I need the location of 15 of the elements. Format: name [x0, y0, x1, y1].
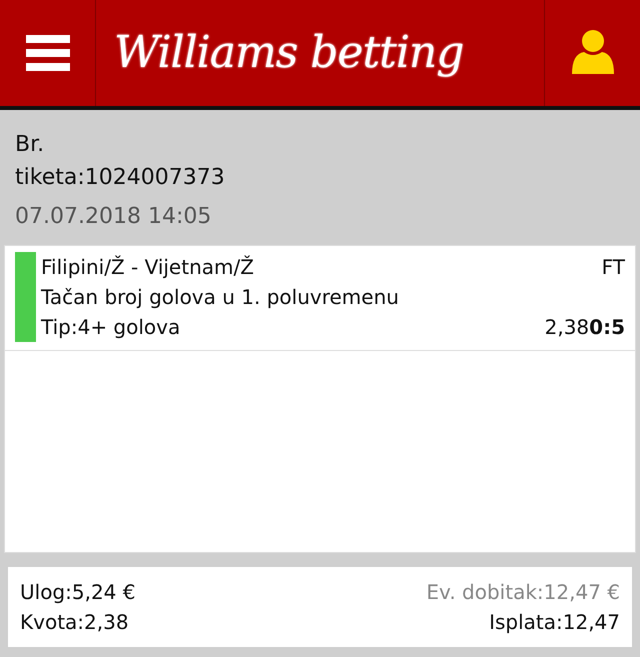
match-name: Filipini/Ž - Vijetnam/Ž [41, 254, 254, 281]
ticket-number: tiketa:1024007373 [15, 164, 226, 192]
potential-win-text: Ev. dobitak:12,47 € [426, 579, 620, 606]
market-name: Tačan broj golova u 1. poluvremenu [41, 284, 399, 311]
ticket-label: Br. [15, 131, 46, 159]
stake-text: Ulog:5,24 € [20, 579, 136, 606]
score: 0:5 [589, 314, 625, 341]
menu-icon [26, 35, 70, 71]
match-status: FT [602, 254, 625, 281]
user-icon [572, 30, 614, 76]
tip-text: Tip:4+ golova [41, 314, 180, 341]
ticket-datetime: 07.07.2018 14:05 [15, 203, 212, 231]
payout-text: Isplata:12,47 [489, 609, 620, 636]
odds-text: Kvota:2,38 [20, 609, 129, 636]
odds-value: 2,38 [544, 314, 590, 341]
